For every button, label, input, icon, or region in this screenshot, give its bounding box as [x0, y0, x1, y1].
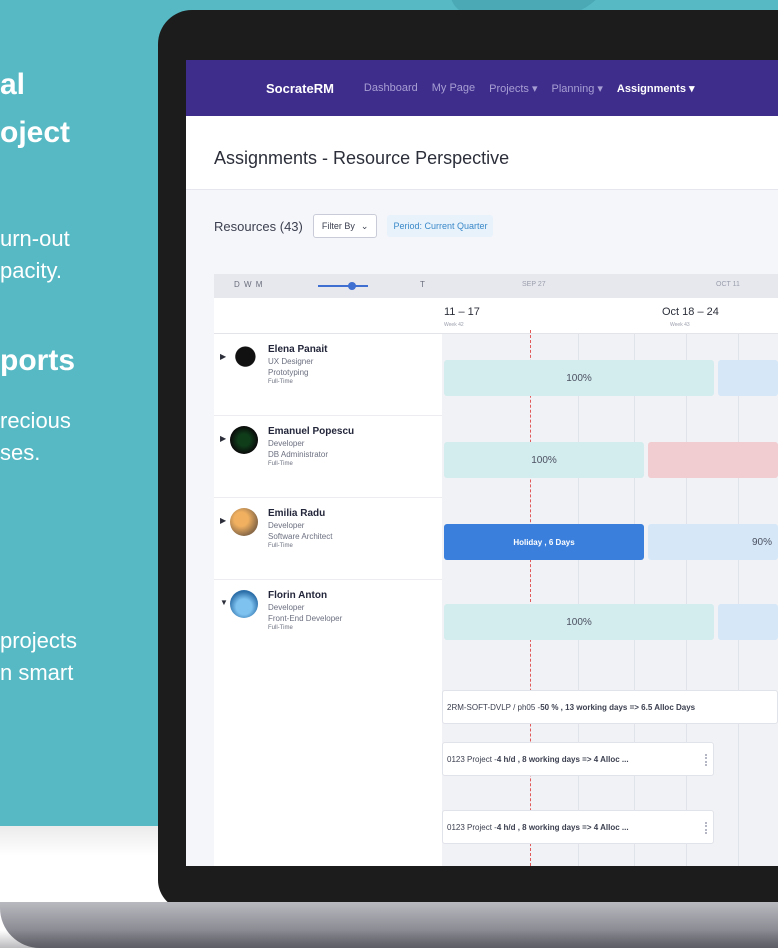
task-project: 2RM-SOFT-DVLP / ph05 - [447, 702, 541, 712]
side-body-1-line-1: urn-out [0, 226, 70, 251]
week-header-oct-11: OCT 11 [716, 281, 740, 288]
resource-name[interactable]: Emilia Radu [268, 508, 325, 519]
avatar [230, 590, 258, 618]
panel-shadow [0, 826, 170, 856]
resource-type: Full-Time [268, 379, 293, 385]
side-body-3-line-2: n smart [0, 660, 74, 685]
resource-skill: DB Administrator [268, 450, 329, 459]
date-sub-week-42: Week 42 [444, 322, 464, 328]
nav-my-page[interactable]: My Page [432, 82, 475, 94]
side-heading-2: ports [0, 344, 75, 377]
overallocation-bar[interactable] [648, 442, 778, 478]
nav-projects[interactable]: Projects ▾ [489, 82, 537, 95]
resource-row-expanded[interactable]: ▼ Florin Anton Developer Front-End Devel… [214, 580, 442, 662]
today-marker-line [530, 330, 531, 866]
filter-by-label: Filter By [321, 221, 355, 231]
allocation-bar[interactable] [718, 360, 778, 396]
resource-name[interactable]: Florin Anton [268, 590, 327, 601]
task-allocation: 4 h/d , 8 working days => 4 Alloc ... [496, 754, 629, 764]
more-options-icon[interactable] [705, 822, 707, 834]
date-cell-week-42: 11 – 17 [444, 306, 480, 318]
collapse-caret-icon[interactable]: ▼ [220, 598, 228, 607]
date-cell-week-43: Oct 18 – 24 [662, 306, 719, 318]
task-assignment[interactable]: 0123 Project - 4 h/d , 8 working days =>… [442, 810, 714, 844]
filter-by-dropdown[interactable]: Filter By ⌄ [312, 214, 378, 238]
resource-type: Full-Time [268, 625, 293, 631]
zoom-slider-handle[interactable] [348, 282, 356, 290]
side-body-3-line-1: projects [0, 628, 78, 653]
more-options-icon[interactable] [705, 754, 707, 766]
resource-row[interactable]: ▶ Emilia Radu Developer Software Archite… [214, 498, 442, 580]
timeline-header: D W M T SEP 27 OCT 11 [214, 274, 778, 298]
resource-skill: Prototyping [268, 368, 309, 377]
assignments-content: Resources (43) Filter By ⌄ Period: Curre… [186, 190, 778, 866]
resource-skill: Software Architect [268, 532, 333, 541]
nav-assignments[interactable]: Assignments ▾ [617, 82, 695, 95]
avatar [230, 344, 258, 372]
laptop-base-shadow [0, 930, 778, 948]
date-sub-week-43: Week 43 [670, 322, 690, 328]
nav-planning[interactable]: Planning ▾ [552, 82, 603, 95]
allocation-bar[interactable] [718, 604, 778, 640]
chevron-down-icon: ⌄ [360, 220, 369, 231]
week-header-sep-27: SEP 27 [522, 281, 546, 288]
side-heading-1-line-2: oject [0, 116, 71, 149]
date-row: 11 – 17 Week 42 Oct 18 – 24 Week 43 [214, 298, 778, 334]
task-assignment[interactable]: 2RM-SOFT-DVLP / ph05 - 50 % , 13 working… [442, 690, 778, 724]
task-project: 0123 Project - [447, 754, 497, 764]
resource-name[interactable]: Emanuel Popescu [268, 426, 354, 437]
expand-caret-icon[interactable]: ▶ [220, 516, 226, 525]
period-selector[interactable]: Period: Current Quarter [387, 215, 494, 237]
resource-role: Developer [268, 603, 305, 612]
brand-logo[interactable]: SocrateRM [266, 81, 334, 96]
resource-list: ▶ Elena Panait UX Designer Prototyping F… [214, 334, 442, 866]
task-allocation: 4 h/d , 8 working days => 4 Alloc ... [496, 822, 629, 832]
resource-row[interactable]: ▶ Elena Panait UX Designer Prototyping F… [214, 334, 442, 416]
resource-role: Developer [268, 521, 305, 530]
task-allocation: 50 % , 13 working days => 6.5 Alloc Days [540, 702, 696, 712]
allocation-bar[interactable]: 100% [444, 442, 644, 478]
expand-caret-icon[interactable]: ▶ [220, 352, 226, 361]
app-screen: SocrateRM Dashboard My Page Projects ▾ P… [186, 60, 778, 866]
avatar [230, 508, 258, 536]
zoom-slider-track[interactable] [318, 285, 368, 287]
timeline-area [442, 334, 778, 866]
resource-name[interactable]: Elena Panait [268, 344, 327, 355]
expand-caret-icon[interactable]: ▶ [220, 434, 226, 443]
side-body-2-line-1: recious [0, 408, 71, 433]
zoom-levels-dwm[interactable]: D W M [234, 280, 263, 289]
timeline-gridline [578, 334, 579, 866]
side-body-2-line-2: ses. [0, 440, 41, 465]
holiday-bar[interactable]: Holiday , 6 Days [444, 524, 644, 560]
resource-role: Developer [268, 439, 305, 448]
timeline-gridline [738, 334, 739, 866]
allocation-bar[interactable]: 100% [444, 360, 714, 396]
allocation-bar[interactable]: 90% [648, 524, 778, 560]
timeline-gridline [686, 334, 687, 866]
resources-count: Resources (43) [214, 218, 303, 234]
toolbar: Resources (43) Filter By ⌄ Period: Curre… [214, 214, 494, 238]
resource-type: Full-Time [268, 461, 293, 467]
top-navigation-bar: SocrateRM Dashboard My Page Projects ▾ P… [186, 60, 778, 116]
side-heading-1-line-1: al [0, 68, 26, 101]
resource-role: UX Designer [268, 357, 314, 366]
timeline-gridline [634, 334, 635, 866]
resource-row[interactable]: ▶ Emanuel Popescu Developer DB Administr… [214, 416, 442, 498]
task-assignment[interactable]: 0123 Project - 4 h/d , 8 working days =>… [442, 742, 714, 776]
nav-dashboard[interactable]: Dashboard [364, 82, 418, 94]
page-title: Assignments - Resource Perspective [214, 148, 510, 168]
today-toggle[interactable]: T [420, 280, 425, 289]
task-project: 0123 Project - [447, 822, 497, 832]
avatar [230, 426, 258, 454]
side-body-1-line-2: pacity. [0, 258, 62, 283]
resource-skill: Front-End Developer [268, 614, 343, 623]
allocation-bar[interactable]: 100% [444, 604, 714, 640]
resource-type: Full-Time [268, 543, 293, 549]
page-header: Assignments - Resource Perspective [186, 116, 778, 190]
